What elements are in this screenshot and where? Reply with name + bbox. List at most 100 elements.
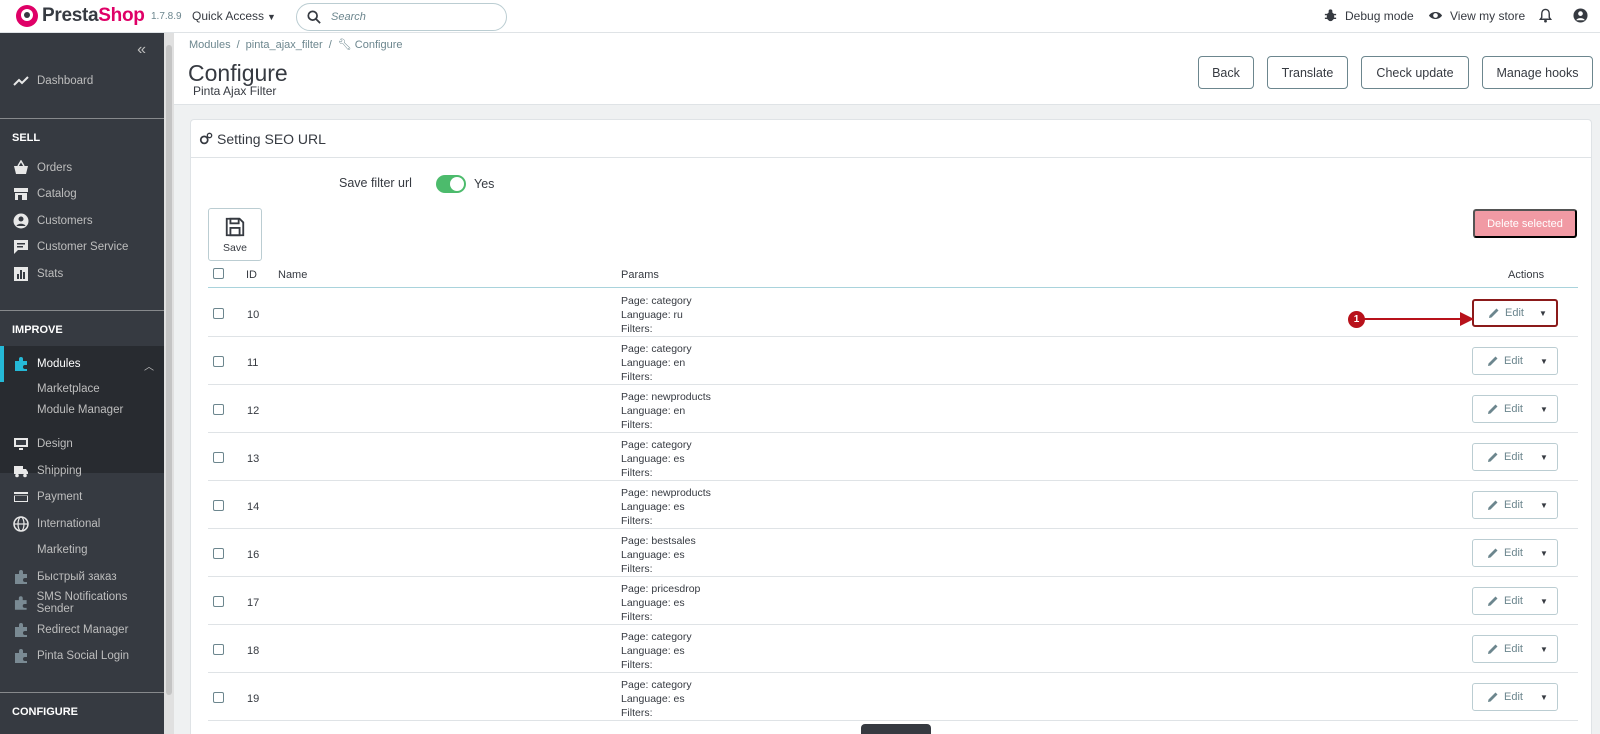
sidebar-item-catalog[interactable]: Catalog [0,180,164,207]
prestashop-logo[interactable]: PrestaShop [16,5,145,27]
annotation-arrowhead [1460,312,1474,326]
edit-button[interactable]: Edit [1473,547,1531,559]
row-checkbox[interactable] [213,356,224,367]
account-button[interactable] [1573,8,1595,23]
sidebar-item-dashboard[interactable]: Dashboard [0,67,164,94]
breadcrumb-module[interactable]: pinta_ajax_filter [246,39,323,51]
edit-dropdown-toggle[interactable]: ▼ [1531,444,1557,470]
sidebar-item-marketplace[interactable]: Marketplace [0,383,164,395]
col-id[interactable]: ID [246,269,257,281]
back-button[interactable]: Back [1198,56,1254,89]
edit-button[interactable]: Edit [1474,307,1530,319]
save-button[interactable]: Save [208,208,262,261]
table-row: 14 Page: newproducts Language: es Filters: E… [208,481,1578,529]
sidebar-item-module-manager[interactable]: Module Manager [0,404,164,416]
sidebar: « Dashboard SELL Orders Catalog Customer… [0,33,164,734]
sidebar-item-customers[interactable]: Customers [0,207,164,234]
edit-button[interactable]: Edit [1473,499,1531,511]
sidebar-item-sms-notifications[interactable]: SMS Notifications Sender [0,589,164,616]
collapse-sidebar-icon[interactable]: « [137,41,146,59]
param-page: Page: bestsales [621,535,696,547]
param-language: Language: en [621,405,686,417]
caret-down-icon: ▼ [267,12,276,22]
pencil-icon [1488,596,1498,606]
col-name[interactable]: Name [278,269,307,281]
row-params: Page: category Language: es Filters: [621,438,692,480]
row-checkbox[interactable] [213,452,224,463]
notifications-button[interactable] [1538,8,1560,23]
sidebar-item-modules[interactable]: Modules ︿ [0,346,164,382]
edit-button-group: Edit ▼ [1472,491,1558,519]
sidebar-scrollbar[interactable] [164,33,174,734]
sidebar-item-marketing[interactable]: Marketing [0,536,164,563]
check-update-button[interactable]: Check update [1361,56,1469,89]
section-configure: CONFIGURE [12,706,78,718]
sidebar-item-orders[interactable]: Orders [0,154,164,181]
row-checkbox[interactable] [213,548,224,559]
sidebar-item-shipping[interactable]: Shipping [0,457,164,484]
sidebar-item-customer-service[interactable]: Customer Service [0,233,164,260]
edit-dropdown-toggle[interactable]: ▼ [1531,540,1557,566]
edit-dropdown-toggle[interactable]: ▼ [1531,348,1557,374]
debug-mode-link[interactable]: Debug mode [1323,8,1414,23]
param-filters: Filters: [621,371,653,383]
row-checkbox[interactable] [213,404,224,415]
row-id: 17 [247,597,260,609]
page-subtitle: Pinta Ajax Filter [193,84,277,98]
search-input[interactable] [331,11,491,23]
row-params: Page: category Language: es Filters: [621,630,692,672]
search-box[interactable] [296,3,507,31]
sidebar-item-stats[interactable]: Stats [0,260,164,287]
edit-button[interactable]: Edit [1473,451,1531,463]
page-title: Configure [188,60,288,86]
translate-button[interactable]: Translate [1267,56,1348,89]
section-improve: IMPROVE [12,324,63,336]
edit-dropdown-toggle[interactable]: ▼ [1531,588,1557,614]
edit-dropdown-toggle[interactable]: ▼ [1531,684,1557,710]
sidebar-item-international[interactable]: International [0,510,164,537]
select-all-checkbox[interactable] [213,268,224,279]
edit-button[interactable]: Edit [1473,595,1531,607]
floppy-disk-icon [225,217,245,236]
sidebar-item-redirect-manager[interactable]: Redirect Manager [0,616,164,643]
pencil-icon [1488,356,1498,366]
seo-url-panel: Setting SEO URL Save filter url Yes Save… [190,119,1592,734]
save-filter-url-toggle[interactable] [436,175,466,193]
edit-button[interactable]: Edit [1473,691,1531,703]
edit-dropdown-toggle[interactable]: ▼ [1531,492,1557,518]
edit-dropdown-toggle[interactable]: ▼ [1531,636,1557,662]
param-filters: Filters: [621,515,653,527]
manage-hooks-button[interactable]: Manage hooks [1482,56,1593,89]
row-checkbox[interactable] [213,596,224,607]
row-params: Page: category Language: en Filters: [621,342,692,384]
row-id: 18 [247,645,260,657]
edit-button[interactable]: Edit [1473,403,1531,415]
param-page: Page: pricesdrop [621,583,701,595]
pencil-icon [1488,692,1498,702]
row-checkbox[interactable] [213,500,224,511]
row-checkbox[interactable] [213,308,224,319]
sidebar-item-social-login[interactable]: Pinta Social Login [0,642,164,669]
sidebar-item-design[interactable]: Design [0,430,164,457]
sidebar-item-payment[interactable]: Payment [0,483,164,510]
col-params[interactable]: Params [621,269,659,281]
scrollbar-thumb[interactable] [166,45,172,695]
caret-down-icon: ▼ [1540,692,1548,702]
panel-heading: Setting SEO URL [191,120,1591,158]
version-label: 1.7.8.9 [151,11,182,22]
breadcrumb: Modules / pinta_ajax_filter / 🔧︎ Configure [189,39,403,51]
delete-selected-button[interactable]: Delete selected [1473,209,1577,238]
row-checkbox[interactable] [213,644,224,655]
sidebar-item-quick-order[interactable]: Быстрый заказ [0,563,164,590]
edit-button[interactable]: Edit [1473,355,1531,367]
edit-dropdown-toggle[interactable]: ▼ [1530,301,1556,325]
row-params: Page: bestsales Language: es Filters: [621,534,696,576]
puzzle-icon [15,569,27,584]
edit-button-group: Edit ▼ [1472,347,1558,375]
edit-dropdown-toggle[interactable]: ▼ [1531,396,1557,422]
row-checkbox[interactable] [213,692,224,703]
quick-access-dropdown[interactable]: Quick Access ▼ [192,9,276,23]
view-store-link[interactable]: View my store [1428,8,1525,23]
edit-button[interactable]: Edit [1473,643,1531,655]
breadcrumb-modules[interactable]: Modules [189,39,231,51]
